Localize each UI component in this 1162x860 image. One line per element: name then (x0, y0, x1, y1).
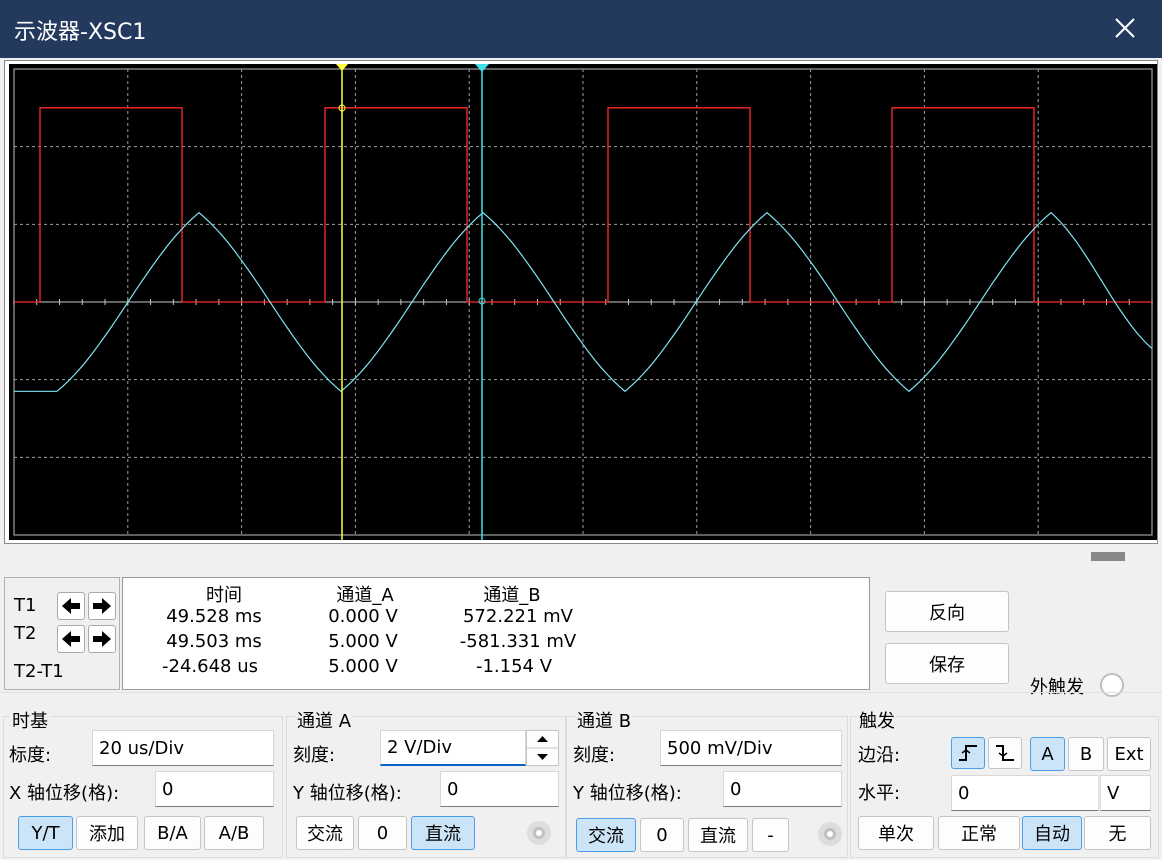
readout-table: 时间 通道_A 通道_B 49.528 ms 0.000 V 572.221 m… (122, 577, 870, 690)
ext-trigger-terminal[interactable] (1100, 673, 1124, 697)
t2-channel-a: 5.000 V (328, 631, 398, 652)
save-button[interactable]: 保存 (885, 643, 1009, 684)
trigger-source-a-button[interactable]: A (1030, 737, 1065, 771)
channel-a-ypos-label: Y 轴位移(格): (293, 783, 402, 804)
mode-ba-button[interactable]: B/A (144, 816, 201, 850)
t2-left-button[interactable] (57, 625, 85, 653)
channel-a-scale-input[interactable]: 2 V/Div (380, 730, 526, 766)
header-channel-b: 通道_B (483, 585, 541, 606)
x-position-input[interactable]: 0 (155, 771, 274, 807)
waveform-display (9, 64, 1157, 540)
t1-left-button[interactable] (57, 592, 85, 620)
channel-b-ypos-label: Y 轴位移(格): (573, 783, 682, 804)
spinner-arrows-icon (527, 736, 558, 760)
trigger-auto-button[interactable]: 自动 (1022, 816, 1082, 850)
channel-a-terminal[interactable] (527, 821, 551, 845)
timebase-title: 时基 (10, 707, 50, 733)
channel-a-ac-button[interactable]: 交流 (296, 816, 354, 850)
channel-a-dc-button[interactable]: 直流 (411, 816, 475, 850)
falling-edge-button[interactable] (988, 737, 1022, 769)
trigger-source-ext-button[interactable]: Ext (1107, 737, 1151, 771)
arrow-left-icon (62, 598, 80, 614)
channel-a-zero-button[interactable]: 0 (358, 816, 407, 850)
divider (0, 692, 1162, 693)
trigger-normal-button[interactable]: 正常 (938, 816, 1020, 850)
channel-b-scale-input[interactable]: 500 mV/Div (660, 730, 842, 766)
trigger-single-button[interactable]: 单次 (858, 816, 934, 850)
resize-grip[interactable] (1091, 552, 1125, 561)
reverse-button[interactable]: 反向 (885, 591, 1009, 632)
timebase-scale-label: 标度: (9, 745, 52, 766)
t2-t1-channel-b: -1.154 V (475, 656, 553, 677)
trigger-none-button[interactable]: 无 (1084, 816, 1151, 850)
title-bar: 示波器-XSC1 (0, 0, 1162, 58)
t2-label: T2 (14, 623, 37, 644)
t1-channel-a: 0.000 V (328, 606, 398, 627)
mode-add-button[interactable]: 添加 (76, 816, 138, 850)
channel-a-scale-spinner[interactable] (526, 730, 559, 766)
trigger-source-b-button[interactable]: B (1068, 737, 1104, 771)
t2-t1-time: -24.648 us (162, 656, 258, 677)
channel-a-scale-label: 刻度: (293, 745, 336, 766)
trigger-level-label: 水平: (858, 783, 901, 804)
mode-ab-button[interactable]: A/B (204, 816, 264, 850)
arrow-right-icon (93, 598, 111, 614)
header-channel-a: 通道_A (336, 585, 394, 606)
t1-channel-b: 572.221 mV (462, 606, 573, 627)
t1-right-button[interactable] (88, 592, 116, 620)
t2-time: 49.503 ms (166, 631, 262, 652)
trigger-edge-label: 边沿: (858, 745, 901, 766)
channel-b-scale-label: 刻度: (573, 745, 616, 766)
ext-trigger-label: 外触发 (1030, 677, 1084, 698)
rising-edge-icon (959, 745, 977, 761)
close-button[interactable] (1100, 8, 1150, 50)
t2-right-button[interactable] (88, 625, 116, 653)
channel-b-ypos-input[interactable]: 0 (723, 771, 842, 807)
t1-time: 49.528 ms (166, 606, 262, 627)
arrow-left-icon (62, 631, 80, 647)
channel-a-title: 通道 A (295, 707, 354, 733)
channel-b-title: 通道 B (575, 707, 634, 733)
channel-b-minus-button[interactable]: - (752, 818, 789, 852)
falling-edge-icon (996, 745, 1014, 761)
close-icon (1115, 18, 1135, 38)
cursor-panel: T1 T2 T2-T1 (4, 577, 120, 690)
arrow-right-icon (93, 631, 111, 647)
rising-edge-button[interactable] (951, 737, 985, 769)
channel-b-ac-button[interactable]: 交流 (576, 818, 636, 852)
channel-b-zero-button[interactable]: 0 (640, 818, 684, 852)
trigger-level-input[interactable]: 0 (951, 775, 1099, 811)
t2-t1-channel-a: 5.000 V (328, 656, 398, 677)
channel-b-terminal[interactable] (818, 822, 842, 846)
t2-channel-b: -581.331 mV (459, 631, 577, 652)
t1-label: T1 (14, 595, 37, 616)
window-title: 示波器-XSC1 (14, 20, 147, 45)
x-position-label: X 轴位移(格): (9, 783, 120, 804)
header-time: 时间 (206, 585, 242, 606)
channel-b-dc-button[interactable]: 直流 (688, 818, 748, 852)
mode-yt-button[interactable]: Y/T (18, 816, 73, 850)
trigger-level-unit[interactable]: V (1100, 775, 1151, 811)
timebase-scale-input[interactable]: 20 us/Div (92, 730, 274, 766)
channel-a-ypos-input[interactable]: 0 (440, 771, 559, 807)
t2-t1-label: T2-T1 (14, 661, 64, 682)
trigger-title: 触发 (857, 707, 897, 733)
oscilloscope-screen (9, 64, 1157, 540)
